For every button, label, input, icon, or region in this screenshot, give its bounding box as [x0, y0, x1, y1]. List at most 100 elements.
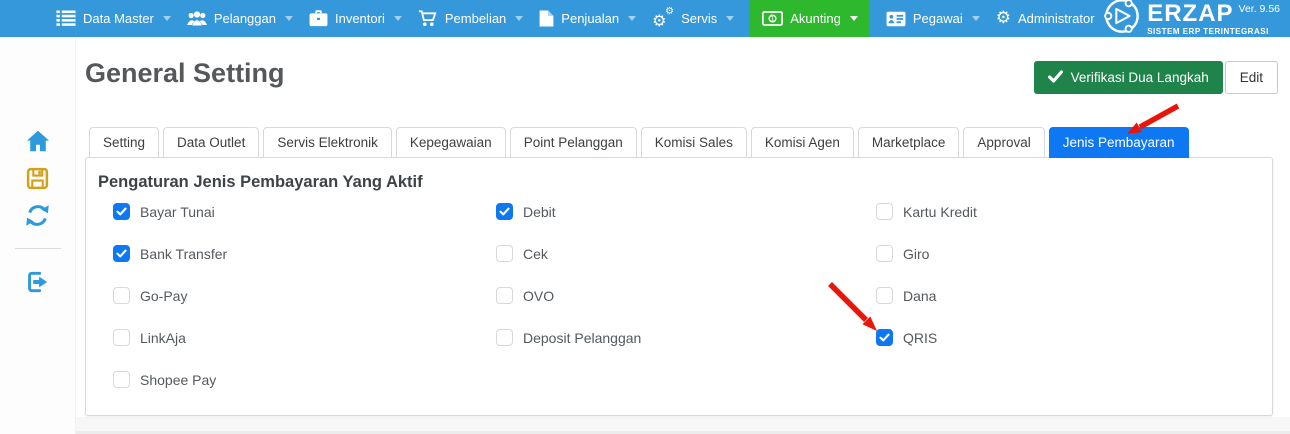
tab-point-pelanggan[interactable]: Point Pelanggan: [510, 127, 637, 158]
tab-marketplace[interactable]: Marketplace: [858, 127, 960, 158]
checkbox-giro[interactable]: [876, 245, 893, 262]
tab-jenis-pembayaran[interactable]: Jenis Pembayaran: [1049, 127, 1189, 158]
payment-label: LinkAja: [140, 330, 186, 346]
checkbox-bank-transfer[interactable]: [113, 245, 130, 262]
sign-out-icon[interactable]: [24, 269, 52, 295]
brand-version: Ver. 9.56: [1239, 4, 1280, 15]
sidebar-divider: [15, 248, 61, 249]
nav-item-pelanggan[interactable]: Pelanggan: [187, 0, 293, 37]
tab-komisi-sales[interactable]: Komisi Sales: [641, 127, 747, 158]
payment-label: Dana: [903, 288, 936, 304]
payment-column-1: Bayar Tunai Bank Transfer Go-Pay LinkAja…: [113, 203, 227, 388]
payment-label: Debit: [523, 204, 556, 220]
left-sidebar: [0, 37, 76, 434]
nav-item-akunting[interactable]: 1 Akunting: [750, 0, 870, 37]
chevron-down-icon: [972, 16, 980, 21]
payment-item-bank-transfer[interactable]: Bank Transfer: [113, 245, 227, 262]
checkbox-go-pay[interactable]: [113, 287, 130, 304]
id-card-icon: [886, 11, 906, 27]
payment-item-giro[interactable]: Giro: [876, 245, 977, 262]
tab-servis-elektronik[interactable]: Servis Elektronik: [263, 127, 392, 158]
payment-column-3: Kartu Kredit Giro Dana QRIS: [876, 203, 977, 346]
checkbox-deposit-pelanggan[interactable]: [496, 329, 513, 346]
verify-two-step-button[interactable]: Verifikasi Dua Langkah: [1034, 61, 1223, 94]
users-icon: [187, 10, 207, 27]
nav-label: Servis: [681, 11, 717, 26]
tab-komisi-agen[interactable]: Komisi Agen: [751, 127, 854, 158]
brand-logo: ERZAP Ver. 9.56 SISTEM ERP TERINTEGRASI: [1103, 0, 1280, 37]
list-icon: [56, 10, 76, 27]
page-title: General Setting: [85, 58, 285, 89]
nav-label: Pelanggan: [214, 11, 276, 26]
refresh-icon[interactable]: [24, 202, 52, 228]
payment-label: OVO: [523, 288, 554, 304]
nav-item-penjualan[interactable]: Penjualan: [539, 0, 636, 37]
jenis-pembayaran-panel: Pengaturan Jenis Pembayaran Yang Aktif B…: [85, 157, 1273, 416]
settings-tabbar: Setting Data Outlet Servis Elektronik Ke…: [89, 127, 1189, 158]
nav-item-inventori[interactable]: Inventori: [309, 0, 402, 37]
payment-item-bayar-tunai[interactable]: Bayar Tunai: [113, 203, 227, 220]
cart-icon: [418, 10, 438, 27]
payment-column-2: Debit Cek OVO Deposit Pelanggan: [496, 203, 641, 346]
checkbox-cek[interactable]: [496, 245, 513, 262]
nav-label: Administrator: [1018, 11, 1095, 26]
checkbox-shopee-pay[interactable]: [113, 371, 130, 388]
checkbox-bayar-tunai[interactable]: [113, 203, 130, 220]
checkbox-qris[interactable]: [876, 329, 893, 346]
payment-label: Shopee Pay: [140, 372, 216, 388]
home-icon[interactable]: [24, 128, 52, 154]
header-buttons: Verifikasi Dua Langkah Edit: [1034, 61, 1278, 94]
edit-button-label: Edit: [1240, 70, 1263, 85]
tab-setting[interactable]: Setting: [89, 127, 159, 158]
tab-kepegawaian[interactable]: Kepegawaian: [396, 127, 506, 158]
payment-item-ovo[interactable]: OVO: [496, 287, 641, 304]
payment-label: QRIS: [903, 330, 937, 346]
nav-item-administrator[interactable]: ⚙ Administrator: [996, 0, 1112, 37]
chevron-down-icon: [285, 16, 293, 21]
payment-item-dana[interactable]: Dana: [876, 287, 977, 304]
payment-item-kartu-kredit[interactable]: Kartu Kredit: [876, 203, 977, 220]
gear-icon: ⚙: [996, 10, 1011, 27]
nav-item-pegawai[interactable]: Pegawai: [886, 0, 980, 37]
tab-approval[interactable]: Approval: [963, 127, 1044, 158]
checkbox-kartu-kredit[interactable]: [876, 203, 893, 220]
payment-item-cek[interactable]: Cek: [496, 245, 641, 262]
brand-name: ERZAP: [1147, 2, 1233, 26]
checkbox-linkaja[interactable]: [113, 329, 130, 346]
payment-label: Kartu Kredit: [903, 204, 977, 220]
payment-item-go-pay[interactable]: Go-Pay: [113, 287, 227, 304]
chevron-down-icon: [726, 16, 734, 21]
brand-tagline: SISTEM ERP TERINTEGRASI: [1147, 28, 1280, 36]
nav-item-pembelian[interactable]: Pembelian: [418, 0, 523, 37]
checkbox-ovo[interactable]: [496, 287, 513, 304]
payment-item-qris[interactable]: QRIS: [876, 329, 977, 346]
nav-label: Penjualan: [561, 11, 619, 26]
page-bottom-strip: [76, 417, 1290, 434]
chevron-down-icon: [163, 16, 171, 21]
save-icon[interactable]: [24, 165, 52, 191]
nav-label: Data Master: [83, 11, 154, 26]
payment-label: Cek: [523, 246, 548, 262]
payment-label: Bayar Tunai: [140, 204, 215, 220]
gears-icon: ⚙⚙: [652, 9, 674, 29]
briefcase-icon: [309, 10, 328, 27]
chevron-down-icon: [394, 16, 402, 21]
payment-item-debit[interactable]: Debit: [496, 203, 641, 220]
payment-item-shopee-pay[interactable]: Shopee Pay: [113, 371, 227, 388]
nav-label: Akunting: [790, 11, 841, 26]
payment-item-deposit-pelanggan[interactable]: Deposit Pelanggan: [496, 329, 641, 346]
nav-item-servis[interactable]: ⚙⚙ Servis: [652, 0, 734, 37]
nav-label: Inventori: [335, 11, 385, 26]
payment-label: Giro: [903, 246, 929, 262]
checkbox-debit[interactable]: [496, 203, 513, 220]
panel-heading: Pengaturan Jenis Pembayaran Yang Aktif: [98, 173, 423, 192]
document-icon: [539, 10, 554, 27]
nav-item-data-master[interactable]: Data Master: [56, 0, 171, 37]
payment-item-linkaja[interactable]: LinkAja: [113, 329, 227, 346]
money-icon: 1: [762, 11, 783, 26]
check-icon: [1048, 70, 1063, 86]
tab-data-outlet[interactable]: Data Outlet: [163, 127, 259, 158]
chevron-down-icon: [515, 16, 523, 21]
checkbox-dana[interactable]: [876, 287, 893, 304]
edit-button[interactable]: Edit: [1225, 61, 1278, 94]
